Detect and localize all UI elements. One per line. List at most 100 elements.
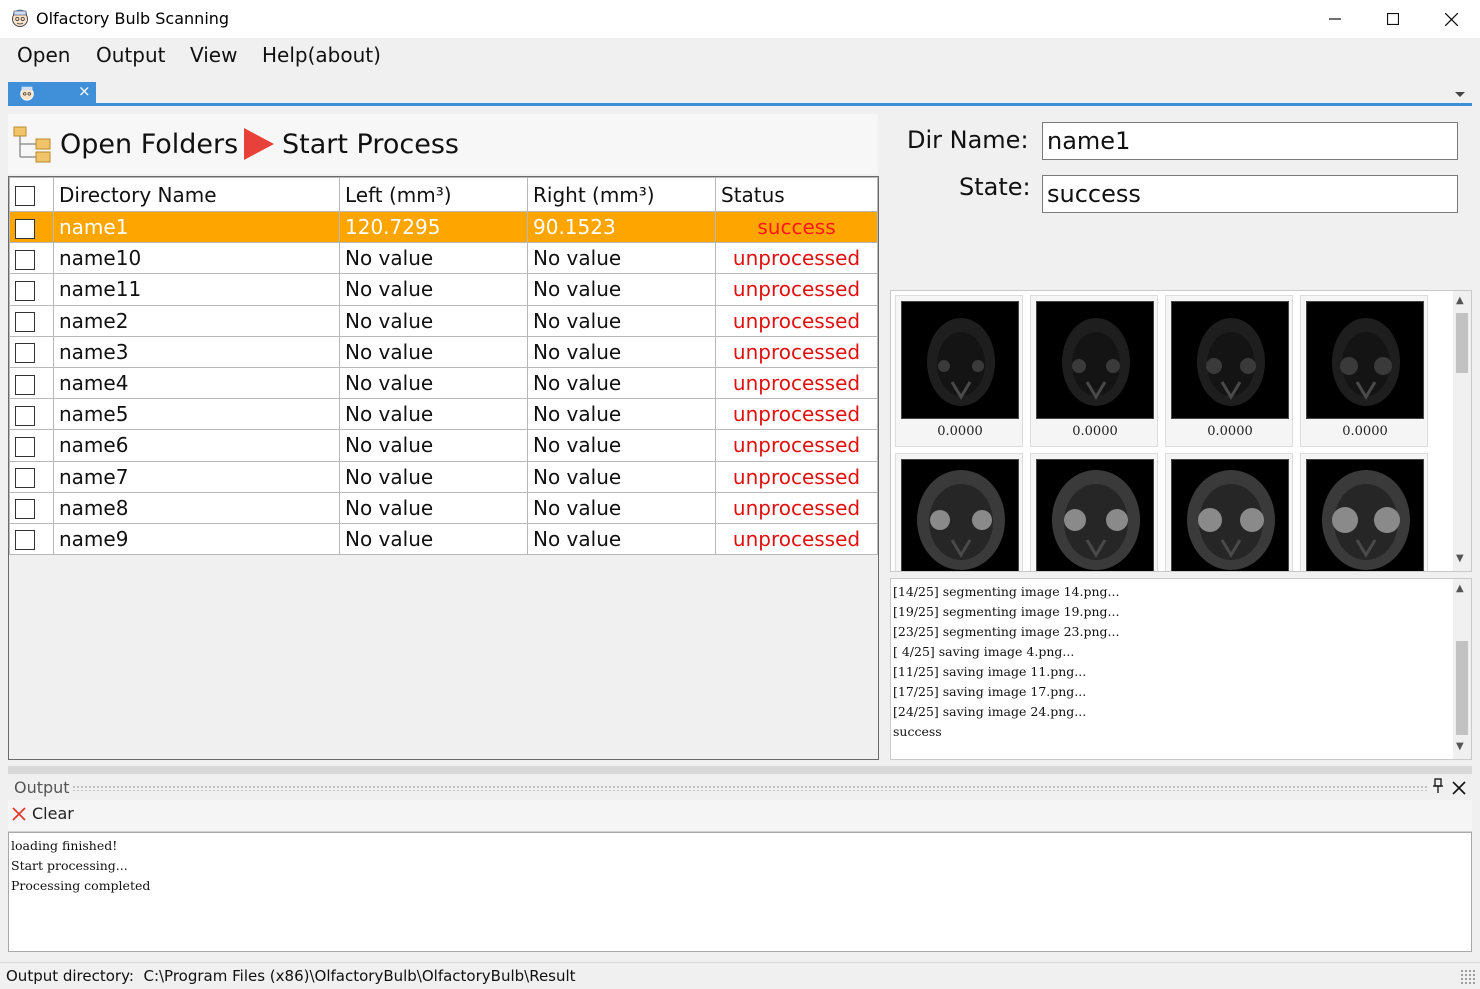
table-row[interactable]: name1 120.7295 90.1523 success	[9, 210, 878, 244]
menu-output[interactable]: Output	[96, 43, 165, 67]
scroll-up-icon[interactable]: ▲	[1456, 295, 1464, 306]
image-thumbnail[interactable]: 0.0000	[1030, 295, 1158, 447]
table-row[interactable]: name10 No value No value unprocessed	[9, 242, 878, 275]
scroll-up-icon[interactable]: ▲	[1456, 583, 1464, 594]
image-thumbnail[interactable]	[1030, 453, 1158, 571]
cell-right-volume: 90.1523	[527, 210, 716, 244]
cell-right-volume: No value	[527, 429, 716, 462]
row-checkbox[interactable]	[15, 436, 35, 457]
log-line: [14/25] segmenting image 14.png...	[893, 584, 1120, 599]
cell-directory-name: name9	[53, 522, 340, 556]
column-header-right[interactable]: Right (mm³)	[527, 177, 716, 212]
start-process-label: Start Process	[282, 128, 459, 160]
column-header-left[interactable]: Left (mm³)	[339, 177, 528, 212]
doctor-face-icon	[20, 86, 34, 101]
cell-status: unprocessed	[715, 398, 878, 431]
cell-right-volume: No value	[527, 491, 716, 524]
thumbnail-value: 0.0000	[937, 424, 983, 439]
pane-grip[interactable]	[72, 785, 1428, 791]
select-all-checkbox[interactable]	[15, 186, 35, 206]
resize-grip[interactable]	[1460, 969, 1476, 985]
menu-bar: Open Output View Help(about)	[0, 38, 1480, 74]
pane-splitter[interactable]	[8, 766, 1472, 774]
cell-status: unprocessed	[715, 429, 878, 462]
cell-directory-name: name11	[53, 273, 340, 306]
row-checkbox[interactable]	[15, 312, 35, 333]
thumbnail-scrollbar[interactable]: ▲ ▼	[1453, 291, 1471, 571]
image-thumbnail[interactable]: 0.0000	[895, 295, 1023, 447]
row-checkbox[interactable]	[15, 499, 35, 520]
table-row[interactable]: name6 No value No value unprocessed	[9, 429, 878, 462]
close-window-button[interactable]	[1422, 0, 1480, 38]
state-field[interactable]: success	[1042, 175, 1458, 213]
log-line: [ 4/25] saving image 4.png...	[893, 644, 1075, 659]
title-bar: Olfactory Bulb Scanning	[0, 0, 1480, 38]
process-log[interactable]: [14/25] segmenting image 14.png... [19/25…	[890, 578, 1472, 760]
scrollbar-thumb[interactable]	[1456, 313, 1468, 373]
dir-name-field[interactable]: name1	[1042, 122, 1458, 160]
main-toolbar: Open Folders Start Process	[8, 114, 878, 174]
table-row[interactable]: name3 No value No value unprocessed	[9, 335, 878, 368]
row-checkbox[interactable]	[15, 468, 35, 489]
chevron-down-icon[interactable]	[1454, 90, 1466, 98]
menu-help[interactable]: Help(about)	[262, 43, 381, 67]
table-row[interactable]: name5 No value No value unprocessed	[9, 398, 878, 431]
pin-icon[interactable]	[1432, 778, 1444, 794]
scrollbar-thumb[interactable]	[1456, 641, 1468, 735]
table-row[interactable]: name8 No value No value unprocessed	[9, 491, 878, 524]
row-checkbox[interactable]	[15, 374, 35, 395]
cell-status: unprocessed	[715, 522, 878, 556]
table-row[interactable]: name9 No value No value unprocessed	[9, 522, 878, 556]
row-checkbox[interactable]	[15, 280, 35, 301]
cell-left-volume: 120.7295	[339, 210, 528, 244]
mri-slice-image	[1306, 301, 1424, 419]
document-tab[interactable]: ×	[8, 82, 96, 104]
cell-left-volume: No value	[339, 366, 528, 400]
close-icon[interactable]	[1452, 781, 1466, 795]
row-checkbox[interactable]	[15, 218, 35, 239]
menu-open[interactable]: Open	[17, 43, 70, 67]
image-thumbnail[interactable]	[895, 453, 1023, 571]
image-thumbnail[interactable]	[1165, 453, 1293, 571]
thumbnail-value: 0.0000	[1342, 424, 1388, 439]
cell-status: unprocessed	[715, 491, 878, 524]
maximize-button[interactable]	[1364, 0, 1422, 38]
menu-view[interactable]: View	[190, 43, 237, 67]
column-header-status[interactable]: Status	[715, 177, 878, 212]
row-checkbox[interactable]	[15, 249, 35, 270]
cell-directory-name: name3	[53, 335, 340, 368]
clear-button[interactable]: Clear	[12, 804, 74, 823]
image-thumbnail[interactable]: 0.0000	[1300, 295, 1428, 447]
image-thumbnail[interactable]: 0.0000	[1165, 295, 1293, 447]
window-title: Olfactory Bulb Scanning	[36, 9, 230, 28]
output-pane-header: Output	[8, 776, 1472, 800]
minimize-button[interactable]	[1306, 0, 1364, 38]
output-text-area[interactable]: loading finished! Start processing... Proc…	[8, 832, 1472, 952]
mri-slice-image	[1306, 459, 1424, 571]
clear-x-icon	[12, 806, 26, 821]
column-header-directory[interactable]: Directory Name	[53, 177, 340, 212]
scroll-down-icon[interactable]: ▼	[1456, 553, 1464, 564]
cell-left-volume: No value	[339, 273, 528, 306]
row-checkbox[interactable]	[15, 343, 35, 364]
log-scrollbar[interactable]: ▲ ▼	[1453, 579, 1471, 759]
table-row[interactable]: name2 No value No value unprocessed	[9, 304, 878, 337]
table-row[interactable]: name4 No value No value unprocessed	[9, 366, 878, 400]
log-line: [17/25] saving image 17.png...	[893, 684, 1087, 699]
image-thumbnail[interactable]	[1300, 453, 1428, 571]
table-header-row: Directory Name Left (mm³) Right (mm³) St…	[9, 177, 878, 212]
row-checkbox-cell	[9, 460, 54, 493]
row-checkbox[interactable]	[15, 405, 35, 426]
row-checkbox[interactable]	[15, 530, 35, 551]
table-row[interactable]: name7 No value No value unprocessed	[9, 460, 878, 493]
thumbnail-value: 0.0000	[1207, 424, 1253, 439]
scroll-down-icon[interactable]: ▼	[1456, 741, 1464, 752]
cell-directory-name: name1	[53, 210, 340, 244]
open-folders-button[interactable]: Open Folders	[12, 126, 238, 163]
mri-slice-image	[1036, 459, 1154, 571]
cell-status: unprocessed	[715, 366, 878, 400]
table-row[interactable]: name11 No value No value unprocessed	[9, 273, 878, 306]
start-process-button[interactable]: Start Process	[242, 126, 459, 162]
thumbnail-value: 0.0000	[1072, 424, 1118, 439]
tab-close-icon[interactable]: ×	[78, 82, 91, 100]
